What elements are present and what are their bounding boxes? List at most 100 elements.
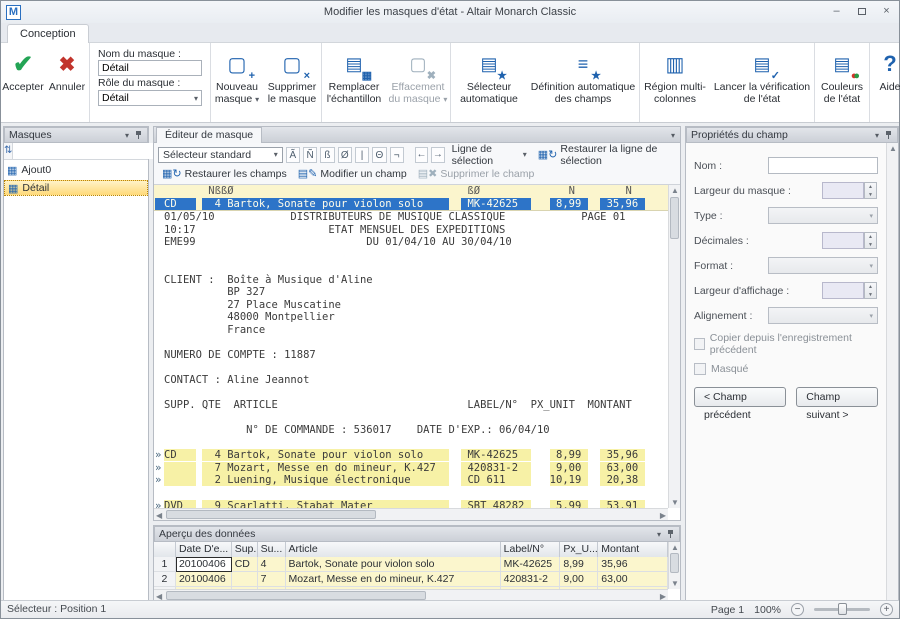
name-field[interactable]	[768, 157, 878, 174]
field-highlight[interactable]: 20,38	[600, 474, 644, 486]
mask-role-select[interactable]: Détail▾	[98, 90, 202, 106]
grid-cell[interactable]: 4	[258, 557, 286, 572]
replace-sample-button[interactable]: ▤▦ Remplacer l'échantillon	[322, 47, 386, 117]
chevron-down-icon[interactable]: ▾	[671, 131, 675, 140]
mask-list-item[interactable]: ▦Détail	[4, 180, 148, 196]
decimals-stepper[interactable]: ▲▼	[822, 232, 864, 249]
chevron-down-icon[interactable]: ▾	[125, 131, 129, 140]
grid-cell[interactable]: 35,96	[598, 557, 668, 572]
verify-report-button[interactable]: ▤✓ Lancer la vérification de l'état	[710, 47, 814, 117]
hidden-checkbox[interactable]	[694, 363, 706, 375]
multi-column-button[interactable]: ▥ Région multi-colonnes	[640, 47, 710, 117]
editor-tab[interactable]: Éditeur de masque	[156, 127, 262, 143]
grid-cell[interactable]: 20100406	[176, 572, 232, 587]
restore-fields-button[interactable]: ▦↻ Restaurer les champs	[158, 165, 291, 182]
zoom-in-button[interactable]: +	[880, 603, 893, 616]
masks-search-input[interactable]	[13, 143, 154, 159]
row-number[interactable]: 1	[154, 557, 176, 572]
field-highlight[interactable]: CD	[155, 198, 196, 210]
field-highlight[interactable]: 7	[202, 462, 227, 474]
grid-column-header[interactable]: Su...	[258, 542, 286, 558]
selection-line-button[interactable]: Ligne de sélection▾	[448, 146, 531, 163]
grid-column-header[interactable]: Montant	[598, 542, 668, 558]
row-number[interactable]: 2	[154, 572, 176, 587]
field-highlight[interactable]	[164, 462, 196, 474]
scroll-down-icon[interactable]: ▼	[671, 498, 679, 507]
delete-mask-button[interactable]: ▢× Supprimer le masque	[263, 47, 321, 117]
scroll-right-icon[interactable]: ▶	[660, 511, 666, 520]
field-highlight[interactable]: Luening, Musique électronique	[227, 474, 448, 486]
mask-name-input[interactable]	[98, 60, 202, 76]
scroll-up-icon[interactable]: ▲	[671, 543, 679, 552]
field-highlight[interactable]: 2	[202, 474, 227, 486]
report-colors-button[interactable]: ▤●● Couleurs de l'état	[815, 47, 869, 117]
previous-field-button[interactable]: < Champ précédent	[694, 387, 786, 407]
field-highlight[interactable]: 35,96	[600, 198, 644, 210]
trap-alpha-button[interactable]: Ã	[286, 147, 300, 163]
grid-column-header[interactable]: Date D'e...	[176, 542, 232, 558]
mask-list-item[interactable]: ▦Ajout0	[4, 162, 148, 178]
grid-cell[interactable]: 7	[258, 572, 286, 587]
trap-nonblank-button[interactable]: Ø	[338, 147, 352, 163]
restore-icon[interactable]	[853, 4, 870, 19]
field-highlight[interactable]: MK-42625	[461, 198, 531, 210]
trap-not-button[interactable]: ¬	[390, 147, 404, 163]
field-highlight[interactable]: 63,00	[600, 462, 644, 474]
grid-column-header[interactable]: Label/N°	[501, 542, 561, 558]
grid-column-header[interactable]: Sup...	[232, 542, 258, 558]
field-highlight[interactable]: 4	[202, 198, 227, 210]
zoom-out-button[interactable]: −	[791, 603, 804, 616]
accept-button[interactable]: ✔ Accepter	[1, 47, 45, 117]
minimize-icon[interactable]: –	[828, 4, 845, 19]
sort-icon[interactable]: ⇅	[4, 143, 13, 159]
grid-cell[interactable]: 20100406	[176, 557, 232, 572]
chevron-down-icon[interactable]: ▾	[657, 530, 661, 539]
editor-vertical-scrollbar[interactable]: ▲ ▼	[668, 185, 680, 508]
trap-blank-button[interactable]: ß	[320, 147, 334, 163]
grid-column-header[interactable]: Px_U...	[560, 542, 598, 558]
grid-cell[interactable]: 420831-2	[501, 572, 561, 587]
restore-selection-line-button[interactable]: ▦↻ Restaurer la ligne de sélection	[534, 146, 676, 163]
shift-left-button[interactable]: ←	[415, 147, 428, 163]
field-highlight[interactable]: CD	[164, 449, 196, 461]
field-highlight[interactable]: 8,99	[550, 198, 588, 210]
shift-right-button[interactable]: →	[431, 147, 444, 163]
zoom-slider[interactable]	[814, 608, 870, 611]
grid-column-header[interactable]	[154, 542, 176, 558]
help-button[interactable]: ? Aide	[870, 47, 900, 117]
selector-combo[interactable]: Sélecteur standard▾	[158, 147, 283, 163]
field-highlight[interactable]: CD 611	[461, 474, 531, 486]
scroll-down-icon[interactable]: ▼	[671, 579, 679, 588]
tab-conception[interactable]: Conception	[7, 24, 89, 44]
data-preview-grid[interactable]: Date D'e...Sup...Su...ArticleLabel/N°Px_…	[154, 542, 668, 589]
trap-theta-button[interactable]: Θ	[372, 147, 386, 163]
mask-trap-area[interactable]: ÑßßØ ßØ Ñ ÑCD 4 Bartok, Sonate pour viol…	[154, 185, 680, 211]
field-highlight[interactable]: MK-42625	[461, 449, 531, 461]
properties-scrollbar[interactable]: ▲	[886, 143, 898, 601]
edit-field-button[interactable]: ▤✎ Modifier un champ	[294, 165, 411, 182]
grid-cell[interactable]: Mozart, Messe en do mineur, K.427	[286, 572, 501, 587]
next-field-button[interactable]: Champ suivant >	[796, 387, 878, 407]
grid-vertical-scrollbar[interactable]: ▲ ▼	[668, 542, 680, 589]
pin-icon[interactable]	[885, 130, 893, 140]
editor-horizontal-scrollbar[interactable]: ◀ ▶	[154, 508, 668, 520]
trap-numeric-button[interactable]: Ñ	[303, 147, 317, 163]
grid-cell[interactable]: 8,99	[560, 557, 598, 572]
report-sample-area[interactable]: 01/05/10 DISTRIBUTEURS DE MUSIQUE CLASSI…	[154, 211, 680, 509]
chevron-down-icon[interactable]: ▾	[875, 131, 879, 140]
scroll-up-icon[interactable]: ▲	[671, 186, 679, 195]
cancel-button[interactable]: ✖ Annuler	[45, 47, 89, 117]
new-mask-button[interactable]: ▢+ Nouveau masque ▾	[211, 47, 263, 117]
grid-column-header[interactable]: Article	[286, 542, 501, 558]
zoom-slider-thumb[interactable]	[838, 603, 847, 615]
close-icon[interactable]: ×	[878, 4, 895, 19]
field-highlight[interactable]: Bartok, Sonate pour violon solo	[227, 449, 448, 461]
display-width-stepper[interactable]: ▲▼	[822, 282, 864, 299]
field-highlight[interactable]: Mozart, Messe en do mineur, K.427	[227, 462, 448, 474]
grid-cell[interactable]: 63,00	[598, 572, 668, 587]
pin-icon[interactable]	[667, 529, 675, 539]
copy-previous-checkbox[interactable]	[694, 338, 705, 350]
field-highlight[interactable]	[164, 474, 196, 486]
pin-icon[interactable]	[135, 130, 143, 140]
field-highlight[interactable]: 35,96	[600, 449, 644, 461]
